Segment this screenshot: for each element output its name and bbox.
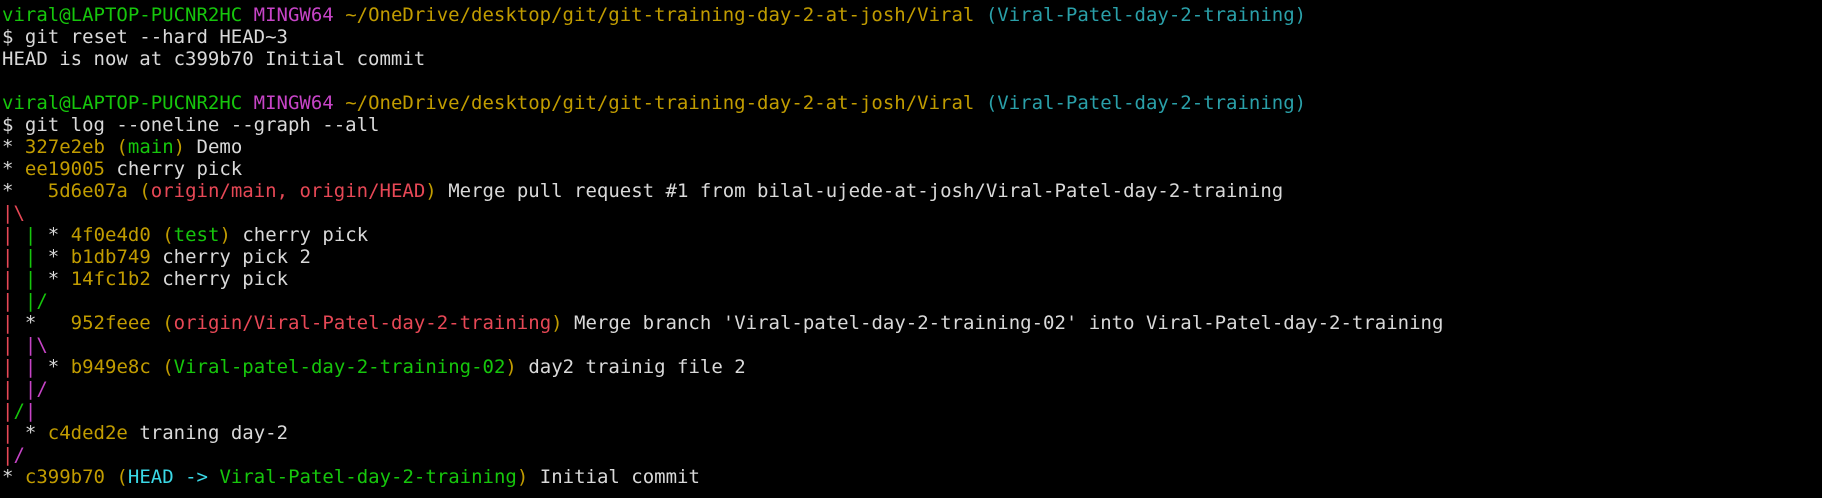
- graph-edge: |\: [2, 202, 25, 224]
- commit-hash: ee19005: [24, 158, 105, 180]
- git-log-entry: | | * 14fc1b2 cherry pick: [2, 268, 289, 290]
- commit-hash: 5d6e07a: [47, 180, 128, 202]
- commit-message: traning day-2: [139, 422, 289, 444]
- branch-ref: Viral-patel-day-2-training-02: [173, 356, 506, 378]
- graph-edge: |/|: [2, 400, 37, 422]
- commit-hash: 327e2eb: [24, 136, 105, 158]
- prompt-system: MINGW64: [253, 4, 334, 26]
- head-ref: HEAD: [127, 466, 174, 488]
- git-log-entry: | * 952feee (origin/Viral-Patel-day-2-tr…: [2, 312, 1444, 334]
- terminal-window[interactable]: viral@LAPTOP-PUCNR2HC MINGW64 ~/OneDrive…: [0, 0, 1822, 498]
- commit-message: day2 trainig file 2: [528, 356, 746, 378]
- commit-hash: 4f0e4d0: [70, 224, 151, 246]
- prompt-path: ~/OneDrive/desktop/git/git-training-day-…: [345, 4, 975, 26]
- prompt-user: viral@LAPTOP-PUCNR2HC: [2, 92, 243, 114]
- commit-message: Merge branch 'Viral-patel-day-2-training…: [574, 312, 1444, 334]
- git-log-entry: * 327e2eb (main) Demo: [2, 136, 243, 158]
- commit-message: cherry pick: [162, 268, 289, 290]
- git-log-entry: * c399b70 (HEAD -> Viral-Patel-day-2-tra…: [2, 466, 700, 488]
- graph-edge: | |\: [2, 334, 48, 356]
- commit-hash: c399b70: [24, 466, 105, 488]
- branch-ref: main: [127, 136, 174, 158]
- prompt-system: MINGW64: [253, 92, 334, 114]
- remote-ref: origin/main, origin/HEAD: [150, 180, 426, 202]
- prompt-line: viral@LAPTOP-PUCNR2HC MINGW64 ~/OneDrive…: [2, 92, 1822, 114]
- command-output: HEAD is now at c399b70 Initial commit: [2, 48, 426, 70]
- commit-message: Initial commit: [539, 466, 700, 488]
- commit-message: cherry pick 2: [162, 246, 311, 268]
- remote-ref: origin/Viral-Patel-day-2-training: [173, 312, 552, 334]
- commit-hash: c4ded2e: [47, 422, 128, 444]
- commit-message: cherry pick: [242, 224, 369, 246]
- git-log-entry: | | * b949e8c (Viral-patel-day-2-trainin…: [2, 356, 746, 378]
- command-line: $ git reset --hard HEAD~3: [2, 26, 288, 48]
- prompt-user: viral@LAPTOP-PUCNR2HC: [2, 4, 243, 26]
- git-log-entry: | | * b1db749 cherry pick 2: [2, 246, 311, 268]
- git-log-entry: | | * 4f0e4d0 (test) cherry pick: [2, 224, 369, 246]
- graph-edge: | |/: [2, 290, 48, 312]
- command-line: $ git log --oneline --graph --all: [2, 114, 380, 136]
- branch-ref: test: [173, 224, 220, 246]
- commit-message: Merge pull request #1 from bilal-ujede-a…: [448, 180, 1284, 202]
- commit-message: cherry pick: [116, 158, 243, 180]
- prompt-branch: (Viral-Patel-day-2-training): [985, 92, 1307, 114]
- commit-hash: b949e8c: [70, 356, 151, 378]
- git-log-entry: * 5d6e07a (origin/main, origin/HEAD) Mer…: [2, 180, 1284, 202]
- head-arrow: ->: [185, 466, 208, 488]
- commit-hash: 14fc1b2: [70, 268, 151, 290]
- graph-edge: | |/: [2, 378, 48, 400]
- git-log-entry: | * c4ded2e traning day-2: [2, 422, 289, 444]
- prompt-line: viral@LAPTOP-PUCNR2HC MINGW64 ~/OneDrive…: [2, 4, 1822, 26]
- prompt-branch: (Viral-Patel-day-2-training): [985, 4, 1307, 26]
- commit-hash: 952feee: [70, 312, 151, 334]
- commit-message: Demo: [196, 136, 243, 158]
- git-log-entry: * ee19005 cherry pick: [2, 158, 243, 180]
- commit-hash: b1db749: [70, 246, 151, 268]
- branch-ref: Viral-Patel-day-2-training: [219, 466, 517, 488]
- prompt-path: ~/OneDrive/desktop/git/git-training-day-…: [345, 92, 975, 114]
- graph-edge: |/: [2, 444, 25, 466]
